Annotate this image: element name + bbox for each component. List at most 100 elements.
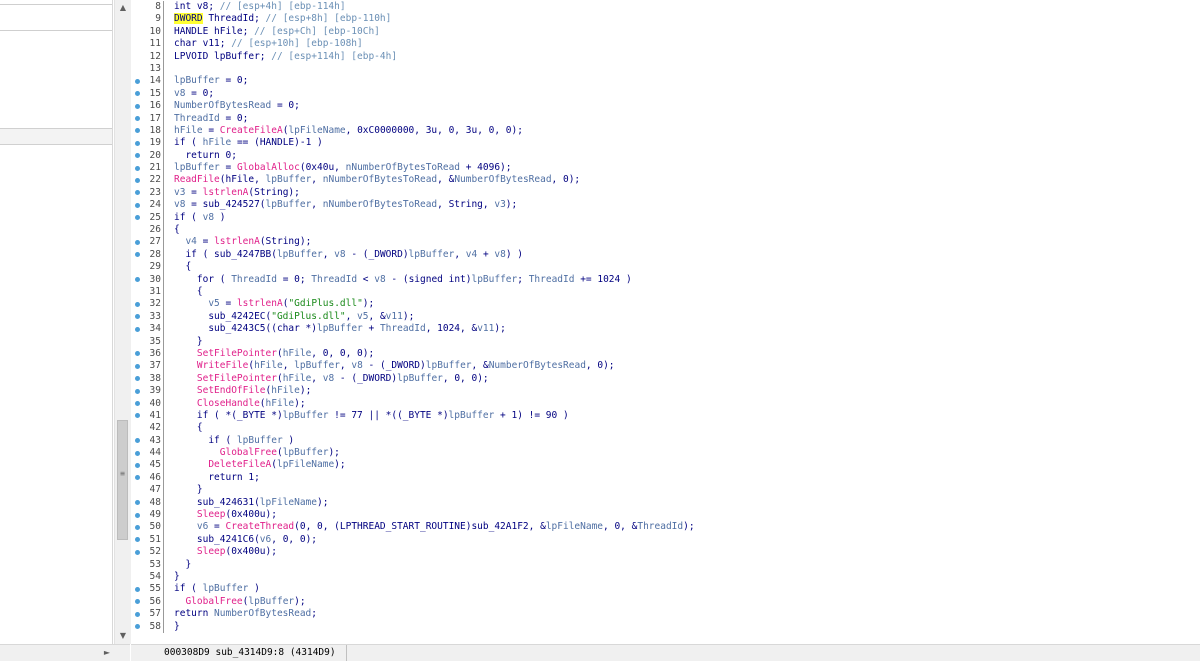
breakpoint-dot-icon[interactable] xyxy=(135,624,140,630)
code-text[interactable]: v8 = sub_424527(lpBuffer, nNumberOfBytes… xyxy=(174,199,517,211)
function-list-pane[interactable] xyxy=(0,0,113,644)
scroll-up-arrow-icon[interactable]: ▲ xyxy=(115,0,131,16)
code-text[interactable]: } xyxy=(174,484,203,496)
code-text[interactable]: SetFilePointer(hFile, v8 - (_DWORD)lpBuf… xyxy=(174,373,489,385)
code-text[interactable]: v3 = lstrlenA(String); xyxy=(174,187,300,199)
breakpoint-dot-icon[interactable] xyxy=(135,165,140,171)
code-text[interactable]: DWORD ThreadId; // [esp+8h] [ebp-110h] xyxy=(174,13,391,25)
breakpoint-dot-icon[interactable] xyxy=(135,586,140,592)
breakpoint-dot-icon[interactable] xyxy=(135,153,140,159)
breakpoint-dot-icon[interactable] xyxy=(135,438,140,444)
breakpoint-dot-icon[interactable] xyxy=(135,301,140,307)
code-text[interactable]: Sleep(0x400u); xyxy=(174,546,277,558)
breakpoint-dot-icon[interactable] xyxy=(135,78,140,84)
code-text[interactable]: SetEndOfFile(hFile); xyxy=(174,385,311,397)
code-text[interactable]: sub_4241C6(v6, 0, 0); xyxy=(174,534,317,546)
breakpoint-dot-icon[interactable] xyxy=(135,599,140,605)
horizontal-scrollbar[interactable]: ► xyxy=(0,644,130,661)
code-text[interactable]: ThreadId = 0; xyxy=(174,113,248,125)
breakpoint-dot-icon[interactable] xyxy=(135,177,140,183)
code-text[interactable]: for ( ThreadId = 0; ThreadId < v8 - (sig… xyxy=(174,274,632,286)
code-text[interactable]: char v11; // [esp+10h] [ebp-108h] xyxy=(174,38,363,50)
code-text[interactable]: return NumberOfBytesRead; xyxy=(174,608,317,620)
breakpoint-dot-icon[interactable] xyxy=(135,314,140,320)
code-text[interactable]: sub_424631(lpFileName); xyxy=(174,497,329,509)
gutter-separator xyxy=(163,310,164,324)
vertical-scrollbar[interactable]: ▲ ≡ ▼ xyxy=(114,0,132,644)
code-text[interactable]: Sleep(0x400u); xyxy=(174,509,277,521)
code-text[interactable]: if ( *(_BYTE *)lpBuffer != 77 || *((_BYT… xyxy=(174,410,569,422)
code-text[interactable]: } xyxy=(174,336,203,348)
scroll-down-arrow-icon[interactable]: ▼ xyxy=(115,628,131,644)
code-text[interactable]: lpBuffer = GlobalAlloc(0x40u, nNumberOfB… xyxy=(174,162,512,174)
breakpoint-dot-icon[interactable] xyxy=(135,388,140,394)
code-text[interactable]: WriteFile(hFile, lpBuffer, v8 - (_DWORD)… xyxy=(174,360,615,372)
breakpoint-dot-icon[interactable] xyxy=(135,611,140,617)
breakpoint-dot-icon[interactable] xyxy=(135,512,140,518)
gutter-separator xyxy=(163,347,164,361)
code-text[interactable]: { xyxy=(174,422,203,434)
breakpoint-dot-icon[interactable] xyxy=(135,239,140,245)
breakpoint-dot-icon[interactable] xyxy=(135,202,140,208)
breakpoint-dot-icon[interactable] xyxy=(135,326,140,332)
scroll-right-arrow-icon[interactable]: ► xyxy=(104,645,110,661)
pseudocode-view[interactable]: 8 int v8; // [esp+4h] [ebp-114h] 9 DWORD Th… xyxy=(131,0,1200,644)
code-text[interactable]: } xyxy=(174,559,191,571)
breakpoint-dot-icon[interactable] xyxy=(135,116,140,122)
code-text[interactable]: v5 = lstrlenA("GdiPlus.dll"); xyxy=(174,298,374,310)
code-text[interactable]: CloseHandle(hFile); xyxy=(174,398,306,410)
code-text[interactable]: } xyxy=(174,571,180,583)
code-text[interactable]: HANDLE hFile; // [esp+Ch] [ebp-10Ch] xyxy=(174,26,380,38)
code-text[interactable]: NumberOfBytesRead = 0; xyxy=(174,100,300,112)
code-text[interactable]: v6 = CreateThread(0, 0, (LPTHREAD_START_… xyxy=(174,521,695,533)
breakpoint-dot-icon[interactable] xyxy=(135,91,140,97)
breakpoint-dot-icon[interactable] xyxy=(135,140,140,146)
code-text[interactable]: { xyxy=(174,261,191,273)
code-text[interactable]: SetFilePointer(hFile, 0, 0, 0); xyxy=(174,348,374,360)
breakpoint-dot-icon[interactable] xyxy=(135,252,140,258)
code-text[interactable]: if ( hFile == (HANDLE)-1 ) xyxy=(174,137,323,149)
code-token: for ( xyxy=(174,273,232,285)
code-text[interactable]: return 1; xyxy=(174,472,259,484)
breakpoint-dot-icon[interactable] xyxy=(135,103,140,109)
breakpoint-dot-icon[interactable] xyxy=(135,128,140,134)
breakpoint-dot-icon[interactable] xyxy=(135,524,140,530)
code-text[interactable]: sub_4242EC("GdiPlus.dll", v5, &v11); xyxy=(174,311,414,323)
breakpoint-dot-icon[interactable] xyxy=(135,363,140,369)
breakpoint-dot-icon[interactable] xyxy=(135,351,140,357)
code-text[interactable]: lpBuffer = 0; xyxy=(174,75,248,87)
breakpoint-dot-icon[interactable] xyxy=(135,190,140,196)
breakpoint-dot-icon[interactable] xyxy=(135,376,140,382)
scrollbar-thumb[interactable] xyxy=(117,420,128,540)
code-text[interactable]: if ( lpBuffer ) xyxy=(174,583,260,595)
code-text[interactable]: if ( lpBuffer ) xyxy=(174,435,294,447)
breakpoint-dot-icon[interactable] xyxy=(135,537,140,543)
code-text[interactable]: sub_4243C5((char *)lpBuffer + ThreadId, … xyxy=(174,323,506,335)
code-text[interactable]: v4 = lstrlenA(String); xyxy=(174,236,311,248)
breakpoint-dot-icon[interactable] xyxy=(135,215,140,221)
gutter-separator xyxy=(163,434,164,448)
code-text[interactable]: return 0; xyxy=(174,150,236,162)
breakpoint-dot-icon[interactable] xyxy=(135,401,140,406)
code-text[interactable]: int v8; // [esp+4h] [ebp-114h] xyxy=(174,1,346,13)
breakpoint-dot-icon[interactable] xyxy=(135,549,140,555)
code-text[interactable]: if ( sub_4247BB(lpBuffer, v8 - (_DWORD)l… xyxy=(174,249,523,261)
code-text[interactable]: ReadFile(hFile, lpBuffer, nNumberOfBytes… xyxy=(174,174,580,186)
breakpoint-dot-icon[interactable] xyxy=(135,500,140,506)
breakpoint-dot-icon[interactable] xyxy=(135,413,140,419)
code-text[interactable]: v8 = 0; xyxy=(174,88,214,100)
code-text[interactable]: if ( v8 ) xyxy=(174,212,226,224)
selected-list-row[interactable] xyxy=(0,128,112,145)
breakpoint-dot-icon[interactable] xyxy=(135,450,140,456)
code-text[interactable]: { xyxy=(174,286,203,298)
code-text[interactable]: } xyxy=(174,621,180,633)
code-text[interactable]: hFile = CreateFileA(lpFileName, 0xC00000… xyxy=(174,125,523,137)
code-text[interactable]: DeleteFileA(lpFileName); xyxy=(174,459,345,471)
breakpoint-dot-icon[interactable] xyxy=(135,277,140,283)
code-text[interactable]: LPVOID lpBuffer; // [esp+114h] [ebp-4h] xyxy=(174,51,397,63)
breakpoint-dot-icon[interactable] xyxy=(135,475,140,481)
code-text[interactable]: GlobalFree(lpBuffer); xyxy=(174,596,305,608)
code-text[interactable]: { xyxy=(174,224,180,236)
code-text[interactable]: GlobalFree(lpBuffer); xyxy=(174,447,340,459)
breakpoint-dot-icon[interactable] xyxy=(135,462,140,468)
